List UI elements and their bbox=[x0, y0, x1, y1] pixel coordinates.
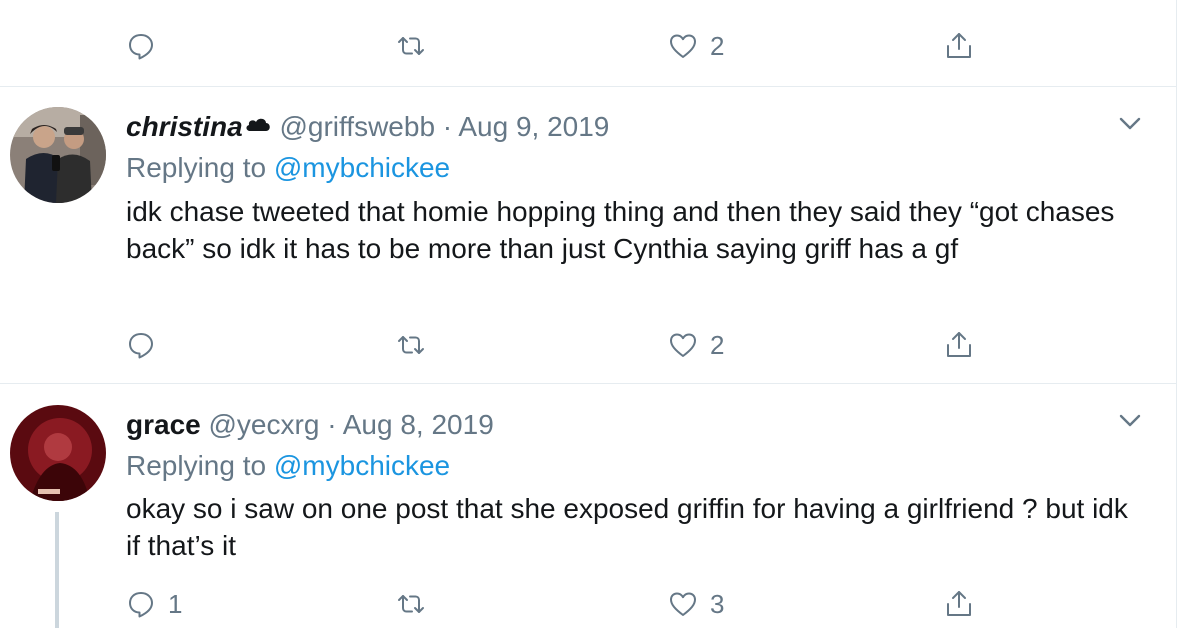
like-count: 2 bbox=[710, 30, 725, 61]
tweet-feed: 2 christina @griffswebb · Aug 9, 2019 Re… bbox=[0, 0, 1177, 628]
top-tweet-actions: 2 bbox=[126, 28, 986, 64]
retweet-arrows-icon bbox=[398, 336, 424, 354]
reply-count: 1 bbox=[168, 588, 183, 619]
user-handle[interactable]: @yecxrg bbox=[209, 409, 320, 440]
heart-icon bbox=[670, 592, 696, 616]
tweet-header: grace @yecxrg · Aug 8, 2019 bbox=[126, 408, 494, 442]
reply-button[interactable] bbox=[126, 28, 168, 64]
retweet-button[interactable] bbox=[396, 327, 438, 363]
retweet-button[interactable] bbox=[396, 586, 438, 622]
tweet-date[interactable]: Aug 8, 2019 bbox=[343, 409, 494, 440]
replying-mention-link[interactable]: @mybchickee bbox=[274, 152, 450, 183]
replying-prefix: Replying to bbox=[126, 152, 267, 183]
like-count: 2 bbox=[710, 329, 725, 360]
more-options-button[interactable] bbox=[1116, 406, 1144, 434]
avatar-image bbox=[10, 107, 106, 203]
like-button[interactable]: 3 bbox=[668, 586, 724, 622]
reply-button[interactable] bbox=[126, 327, 168, 363]
separator-dot: · bbox=[327, 409, 337, 440]
share-button[interactable] bbox=[944, 28, 974, 64]
separator-dot: · bbox=[442, 111, 453, 142]
share-upload-icon bbox=[947, 332, 971, 357]
tweet-header: christina @griffswebb · Aug 9, 2019 bbox=[126, 110, 609, 144]
more-options-button[interactable] bbox=[1116, 109, 1144, 137]
replying-mention-link[interactable]: @mybchickee bbox=[274, 450, 450, 481]
reply-button[interactable]: 1 bbox=[126, 586, 182, 622]
chevron-down-icon bbox=[1119, 414, 1141, 427]
share-button[interactable] bbox=[944, 327, 974, 363]
user-name[interactable]: grace bbox=[126, 409, 201, 440]
replying-prefix: Replying to bbox=[126, 450, 267, 481]
share-upload-icon bbox=[947, 591, 971, 616]
replying-to: Replying to @mybchickee bbox=[126, 151, 450, 185]
like-button[interactable]: 2 bbox=[668, 28, 724, 64]
tweet-date[interactable]: Aug 9, 2019 bbox=[458, 111, 609, 142]
user-name[interactable]: christina bbox=[126, 111, 243, 142]
chevron-down-icon bbox=[1119, 117, 1141, 130]
speech-bubble-icon bbox=[129, 34, 153, 60]
speech-bubble-icon bbox=[129, 592, 153, 618]
like-count: 3 bbox=[710, 588, 725, 619]
share-button[interactable] bbox=[944, 586, 974, 622]
tweet-actions: 1 3 bbox=[126, 586, 986, 622]
tweet-actions: 2 bbox=[126, 327, 986, 363]
tweet-item[interactable]: christina @griffswebb · Aug 9, 2019 Repl… bbox=[0, 87, 1176, 383]
user-handle[interactable]: @griffswebb bbox=[279, 111, 435, 142]
share-upload-icon bbox=[947, 33, 971, 58]
tweet-text: okay so i saw on one post that she expos… bbox=[126, 493, 1128, 561]
tweet-text: idk chase tweeted that homie hopping thi… bbox=[126, 196, 1115, 264]
retweet-arrows-icon bbox=[398, 595, 424, 613]
replying-to: Replying to @mybchickee bbox=[126, 449, 450, 483]
avatar-image bbox=[10, 405, 106, 501]
heart-icon bbox=[670, 34, 696, 58]
tweet-item[interactable]: grace @yecxrg · Aug 8, 2019 Replying to … bbox=[0, 384, 1176, 628]
speech-bubble-icon bbox=[129, 333, 153, 359]
like-button[interactable]: 2 bbox=[668, 327, 724, 363]
cloud-emoji-icon bbox=[246, 118, 270, 131]
avatar[interactable] bbox=[10, 107, 106, 203]
retweet-arrows-icon bbox=[398, 37, 424, 55]
avatar[interactable] bbox=[10, 405, 106, 501]
thread-line bbox=[55, 512, 59, 628]
retweet-button[interactable] bbox=[396, 28, 438, 64]
heart-icon bbox=[670, 333, 696, 357]
